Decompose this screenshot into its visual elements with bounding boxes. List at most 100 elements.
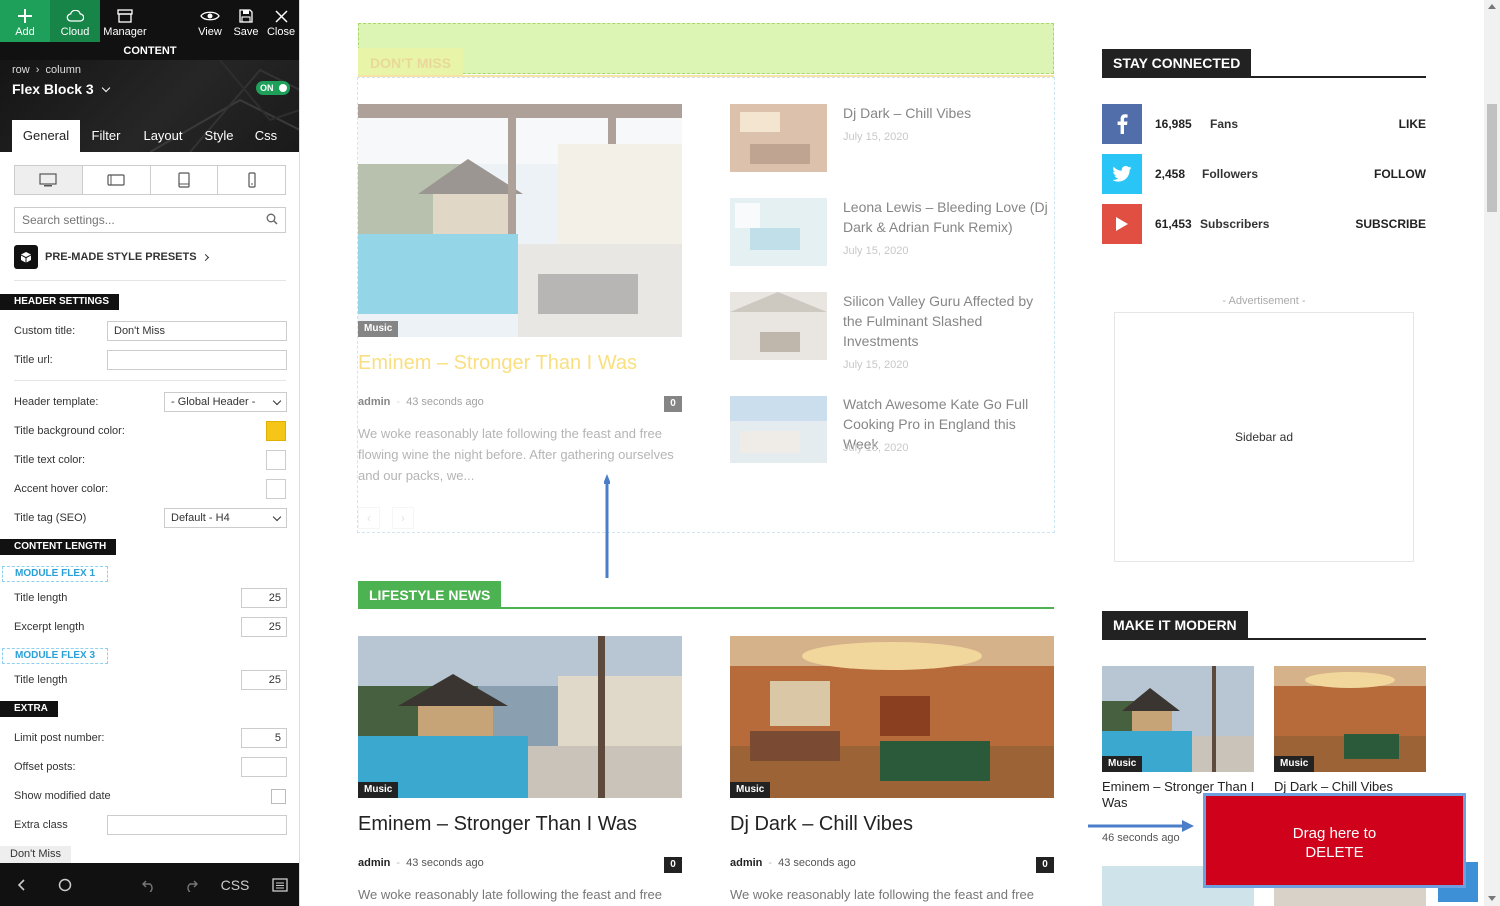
next-page-button[interactable]: › [392, 507, 414, 529]
dont-miss-block-title[interactable]: DON'T MISS [358, 48, 464, 75]
like-button[interactable]: LIKE [1399, 117, 1426, 131]
interior-image [730, 198, 827, 266]
post-author[interactable]: admin [730, 857, 762, 869]
category-badge[interactable]: Music [1102, 756, 1143, 772]
post-thumbnail[interactable]: Music [730, 636, 1054, 798]
extra-class-input[interactable] [107, 815, 287, 835]
villa-pool-image [358, 104, 682, 337]
social-row-facebook[interactable]: 16,985 Fans LIKE [1102, 104, 1426, 144]
stay-connected-title[interactable]: STAY CONNECTED [1102, 49, 1252, 76]
list-thumbnail[interactable] [730, 292, 827, 360]
accent-hover-color-swatch[interactable] [266, 479, 286, 499]
back-button[interactable] [8, 863, 34, 906]
youtube-icon[interactable] [1102, 204, 1142, 244]
menu-button[interactable] [266, 863, 294, 906]
redo-button[interactable] [176, 863, 206, 906]
post-author[interactable]: admin [358, 857, 390, 869]
tab-filter[interactable]: Filter [84, 120, 128, 152]
tablet-landscape-button[interactable] [83, 166, 151, 194]
title-url-input[interactable] [107, 350, 287, 370]
view-button[interactable]: View [188, 0, 232, 42]
home-button[interactable] [50, 863, 80, 906]
social-row-youtube[interactable]: 61,453 Subscribers SUBSCRIBE [1102, 204, 1426, 244]
tab-css[interactable]: Css [250, 120, 282, 152]
post-title[interactable]: Dj Dark – Chill Vibes [730, 812, 1060, 836]
bottom-breadcrumb[interactable]: Don't Miss [0, 846, 71, 863]
post-thumbnail[interactable]: Music [1102, 666, 1254, 772]
content-bar: CONTENT [0, 44, 299, 60]
css-button[interactable]: CSS [218, 863, 252, 906]
tab-layout[interactable]: Layout [138, 120, 188, 152]
post-author[interactable]: admin [358, 396, 390, 408]
scroll-down-icon[interactable] [1488, 896, 1496, 901]
header-template-select[interactable]: - Global Header - [164, 392, 287, 412]
close-button[interactable]: Close [262, 0, 299, 42]
title-tag-select[interactable]: Default - H4 [164, 508, 287, 528]
flex1-excerpt-length-input[interactable]: 25 [241, 617, 287, 637]
make-it-modern-title[interactable]: MAKE IT MODERN [1102, 611, 1248, 638]
breadcrumb-row[interactable]: row [12, 64, 30, 76]
follow-button[interactable]: FOLLOW [1374, 167, 1426, 181]
show-modified-checkbox[interactable] [271, 789, 286, 804]
title-text-color-swatch[interactable] [266, 450, 286, 470]
list-post-date: July 15, 2020 [843, 442, 909, 454]
limit-post-input[interactable]: 5 [241, 728, 287, 748]
delete-drop-zone[interactable]: Drag here to DELETE [1203, 793, 1466, 888]
category-badge[interactable]: Music [358, 321, 399, 337]
breadcrumb-column[interactable]: column [46, 64, 81, 76]
scroll-up-icon[interactable] [1488, 4, 1496, 9]
post-thumbnail[interactable]: Music [1274, 666, 1426, 772]
comment-count[interactable]: 0 [664, 857, 682, 873]
tablet-portrait-button[interactable] [151, 166, 219, 194]
manager-button[interactable]: Manager [100, 0, 150, 42]
search-icon [266, 213, 278, 225]
flex3-title-length-input[interactable]: 25 [241, 670, 287, 690]
list-thumbnail[interactable] [730, 104, 827, 172]
custom-title-input[interactable]: Don't Miss [107, 321, 287, 341]
post-title[interactable]: Eminem – Stronger Than I Was [358, 812, 688, 836]
add-label: Add [15, 26, 35, 38]
cloud-label: Cloud [60, 26, 90, 38]
post-meta: admin -43 seconds ago [358, 857, 484, 869]
post-title[interactable]: Eminem – Stronger Than I Was [358, 351, 682, 375]
lifestyle-block-title[interactable]: LIFESTYLE NEWS [358, 581, 502, 608]
twitter-icon[interactable] [1102, 154, 1142, 194]
style-presets-link[interactable]: PRE-MADE STYLE PRESETS [14, 245, 209, 269]
sidebar-ad[interactable]: Sidebar ad [1114, 312, 1414, 562]
phone-view-button[interactable] [218, 166, 285, 194]
undo-button[interactable] [134, 863, 164, 906]
social-count: 16,985 [1155, 117, 1192, 131]
cloud-button[interactable]: Cloud [50, 0, 100, 42]
post-thumbnail[interactable]: Music [358, 104, 682, 337]
chevron-left-icon [17, 878, 25, 891]
block-toggle[interactable]: ON [256, 81, 290, 95]
post-thumbnail[interactable]: Music [358, 636, 682, 798]
prev-page-button[interactable]: ‹ [358, 507, 380, 529]
save-button[interactable]: Save [228, 0, 264, 42]
category-badge[interactable]: Music [1274, 756, 1315, 772]
add-button[interactable]: Add [0, 0, 50, 42]
list-post-title[interactable]: Dj Dark – Chill Vibes [843, 103, 1053, 123]
tab-general[interactable]: General [12, 120, 80, 152]
category-badge[interactable]: Music [358, 782, 399, 798]
limit-post-label: Limit post number: [14, 732, 105, 744]
social-row-twitter[interactable]: 2,458 Followers FOLLOW [1102, 154, 1426, 194]
list-thumbnail[interactable] [730, 198, 827, 266]
desktop-view-button[interactable] [15, 166, 83, 194]
title-bg-color-swatch[interactable] [266, 421, 286, 441]
offset-posts-input[interactable] [241, 757, 287, 777]
facebook-icon[interactable] [1102, 104, 1142, 144]
page-scrollbar[interactable] [1484, 0, 1500, 906]
comment-count[interactable]: 0 [664, 396, 682, 412]
flex1-title-length-input[interactable]: 25 [241, 588, 287, 608]
list-thumbnail[interactable] [730, 396, 827, 463]
comment-count[interactable]: 0 [1036, 857, 1054, 873]
search-settings-input[interactable] [14, 207, 286, 233]
tab-style[interactable]: Style [198, 120, 240, 152]
subscribe-button[interactable]: SUBSCRIBE [1355, 217, 1426, 231]
category-badge[interactable]: Music [730, 782, 771, 798]
list-post-title[interactable]: Leona Lewis – Bleeding Love (Dj Dark & A… [843, 197, 1053, 237]
block-title-dropdown[interactable]: Flex Block 3 [12, 81, 110, 97]
scrollbar-thumb[interactable] [1487, 104, 1497, 212]
list-post-title[interactable]: Silicon Valley Guru Affected by the Fulm… [843, 291, 1053, 351]
